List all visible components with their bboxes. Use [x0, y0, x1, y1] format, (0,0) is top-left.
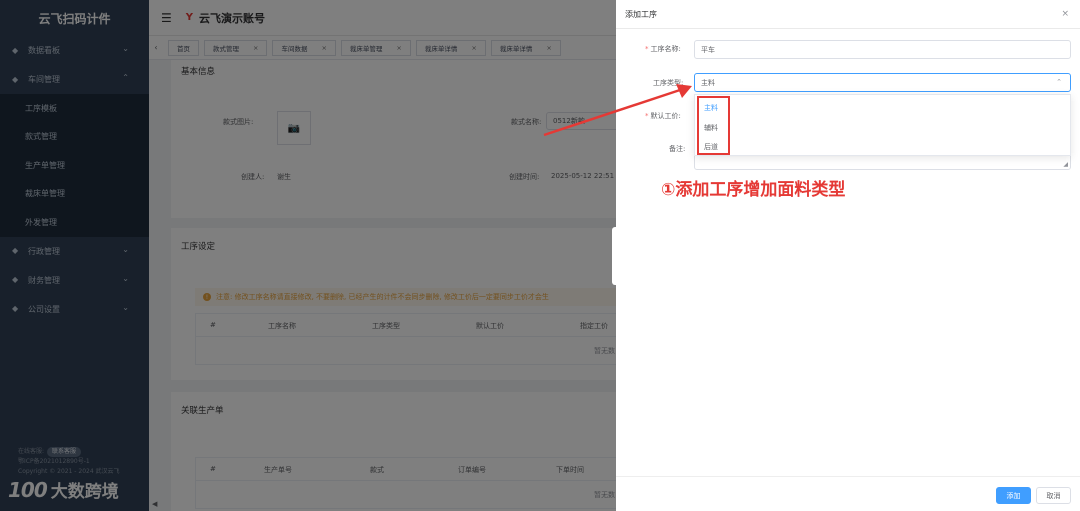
label-text: 工序名称:: [650, 45, 681, 53]
annotation-text: ①添加工序增加面料类型: [661, 180, 846, 200]
drawer-title: 添加工序: [625, 9, 657, 19]
note-label: 备注:: [669, 145, 686, 153]
process-type-select[interactable]: 主料 ⌃: [694, 73, 1071, 92]
highlight-box: [697, 96, 730, 155]
process-name-input[interactable]: 平车: [694, 40, 1071, 59]
cancel-button[interactable]: 取消: [1036, 487, 1071, 504]
required-mark: *: [645, 45, 649, 53]
process-name-label: * 工序名称:: [645, 44, 681, 54]
process-type-dropdown: [694, 94, 1071, 156]
chevron-up-icon: ⌃: [1056, 78, 1062, 86]
select-value: 主料: [701, 78, 715, 87]
input-value: 平车: [701, 45, 715, 54]
resize-grip-icon[interactable]: ◢: [1063, 161, 1068, 168]
add-button[interactable]: 添加: [996, 487, 1031, 504]
close-icon[interactable]: ×: [1061, 9, 1069, 19]
annotation-arrow: [543, 84, 692, 137]
drawer-header: 添加工序: [616, 0, 1080, 29]
